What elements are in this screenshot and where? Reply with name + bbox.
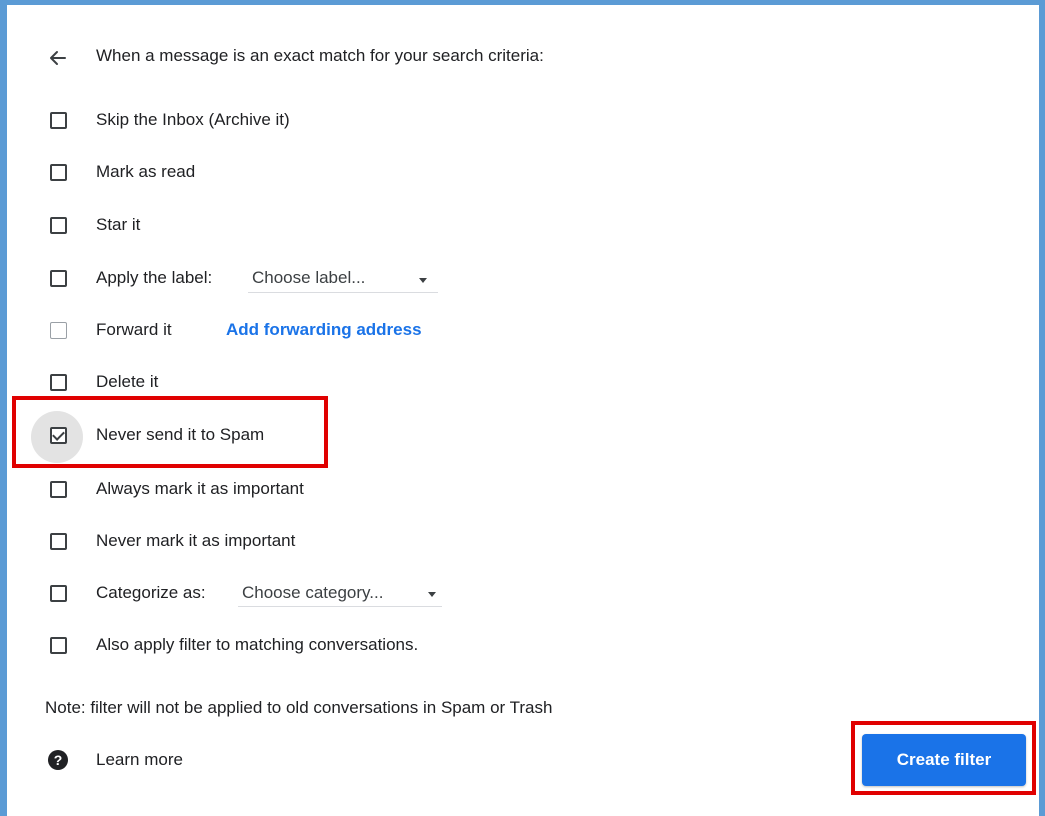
apply-label-checkbox[interactable] (50, 270, 67, 287)
always-important-checkbox[interactable] (50, 481, 67, 498)
add-forwarding-address-link[interactable]: Add forwarding address (226, 320, 422, 340)
label-select-chevron-down-icon[interactable] (419, 278, 427, 283)
skip-inbox-label: Skip the Inbox (Archive it) (96, 110, 290, 129)
label-select-underline (248, 292, 438, 293)
categorize-checkbox[interactable] (50, 585, 67, 602)
back-arrow-icon[interactable] (44, 44, 72, 72)
filter-note: Note: filter will not be applied to old … (45, 698, 553, 717)
apply-to-matching-checkbox[interactable] (50, 637, 67, 654)
categorize-label: Categorize as: (96, 583, 206, 602)
mark-as-read-label: Mark as read (96, 162, 196, 181)
skip-inbox-checkbox[interactable] (50, 112, 67, 129)
star-it-checkbox[interactable] (50, 217, 67, 234)
category-select[interactable]: Choose category... (242, 583, 383, 603)
apply-label-label: Apply the label: (96, 268, 213, 287)
always-important-label: Always mark it as important (96, 479, 304, 498)
create-filter-button[interactable]: Create filter (862, 734, 1026, 786)
mark-as-read-checkbox[interactable] (50, 164, 67, 181)
annotation-highlight-box (12, 396, 328, 468)
star-it-label: Star it (96, 215, 141, 234)
label-select[interactable]: Choose label... (252, 268, 365, 288)
forward-it-label: Forward it (96, 320, 172, 339)
delete-it-checkbox[interactable] (50, 374, 67, 391)
category-select-chevron-down-icon[interactable] (428, 592, 436, 597)
never-important-checkbox[interactable] (50, 533, 67, 550)
delete-it-label: Delete it (96, 372, 159, 391)
learn-more-link[interactable]: Learn more (96, 750, 183, 770)
help-icon[interactable]: ? (48, 750, 68, 770)
apply-to-matching-label: Also apply filter to matching conversati… (96, 635, 419, 654)
category-select-underline (238, 606, 442, 607)
filter-actions-heading: When a message is an exact match for you… (96, 46, 544, 65)
forward-it-checkbox[interactable] (50, 322, 67, 339)
never-important-label: Never mark it as important (96, 531, 296, 550)
